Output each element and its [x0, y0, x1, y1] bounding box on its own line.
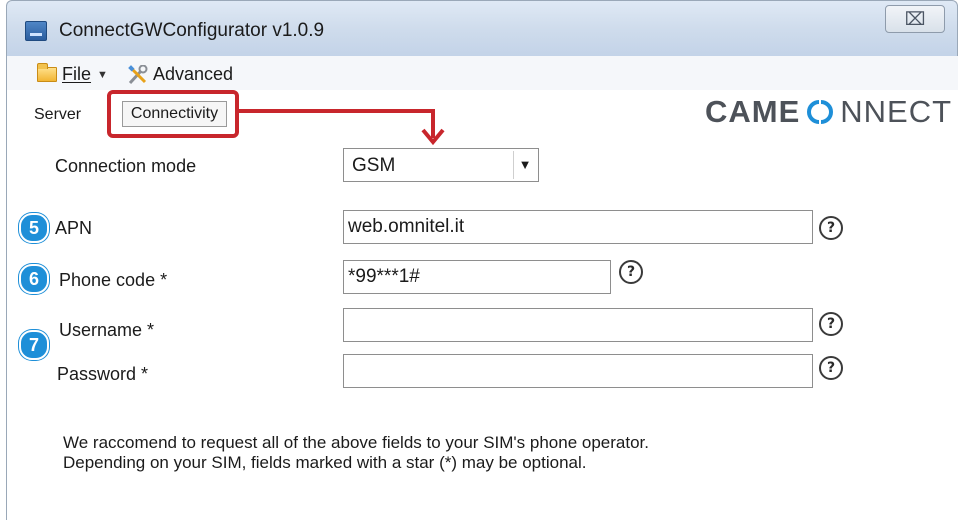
phone-code-help-icon[interactable]: ? — [619, 260, 643, 284]
window-title: ConnectGWConfigurator v1.0.9 — [59, 20, 325, 41]
callout-highlight — [107, 90, 239, 138]
step-badge-6: 6 — [19, 264, 49, 294]
step-badge-7: 7 — [19, 330, 49, 360]
file-menu[interactable]: File ▼ — [37, 63, 108, 85]
tools-icon — [128, 64, 148, 84]
apn-help-icon[interactable]: ? — [819, 216, 843, 240]
step-badge-5: 5 — [19, 213, 49, 243]
came-connect-logo: CAME NNECT — [705, 94, 952, 130]
logo-text-came: CAME — [705, 94, 801, 129]
username-help-icon[interactable]: ? — [819, 312, 843, 336]
chevron-down-icon: ▼ — [97, 68, 108, 81]
password-field[interactable] — [343, 354, 813, 388]
apn-label: APN — [55, 218, 93, 238]
connection-mode-select[interactable]: GSM ▼ — [343, 148, 539, 182]
password-label: Password * — [57, 364, 149, 384]
folder-icon — [37, 63, 57, 82]
connectivity-panel: Server Connectivity CAME NNECT Connectio… — [6, 90, 958, 520]
advanced-menu[interactable]: Advanced — [127, 64, 233, 85]
phone-code-label: Phone code * — [59, 270, 168, 290]
info-note-line-2: Depending on your SIM, fields marked wit… — [63, 453, 587, 472]
chevron-down-icon[interactable]: ▼ — [513, 151, 536, 179]
close-button[interactable]: ⌧ — [885, 5, 945, 33]
logo-text-nnect: NNECT — [840, 94, 953, 129]
title-bar: ConnectGWConfigurator v1.0.9 ⌧ — [6, 0, 958, 56]
logo-mark-icon — [807, 100, 834, 124]
app-icon — [25, 21, 47, 41]
connection-mode-label: Connection mode — [55, 156, 197, 176]
menu-bar: File ▼ Advanced — [6, 56, 958, 90]
file-menu-label: File — [62, 64, 92, 84]
info-note-line-1: We raccomend to request all of the above… — [63, 433, 649, 452]
info-note: We raccomend to request all of the above… — [63, 433, 649, 473]
tab-server[interactable]: Server — [34, 106, 81, 124]
connection-mode-value: GSM — [352, 155, 396, 176]
advanced-menu-label: Advanced — [153, 64, 234, 84]
username-field[interactable] — [343, 308, 813, 342]
apn-field[interactable]: web.omnitel.it — [343, 210, 813, 244]
app-window: ConnectGWConfigurator v1.0.9 ⌧ File ▼ Ad… — [6, 0, 958, 520]
password-help-icon[interactable]: ? — [819, 356, 843, 380]
phone-code-field[interactable]: *99***1# — [343, 260, 611, 294]
username-label: Username * — [59, 320, 155, 340]
